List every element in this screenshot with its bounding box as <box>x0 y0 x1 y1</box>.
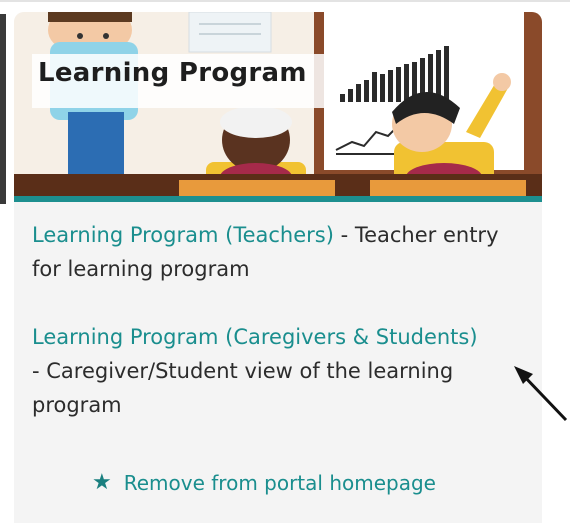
annotation-arrow-icon <box>514 366 568 422</box>
